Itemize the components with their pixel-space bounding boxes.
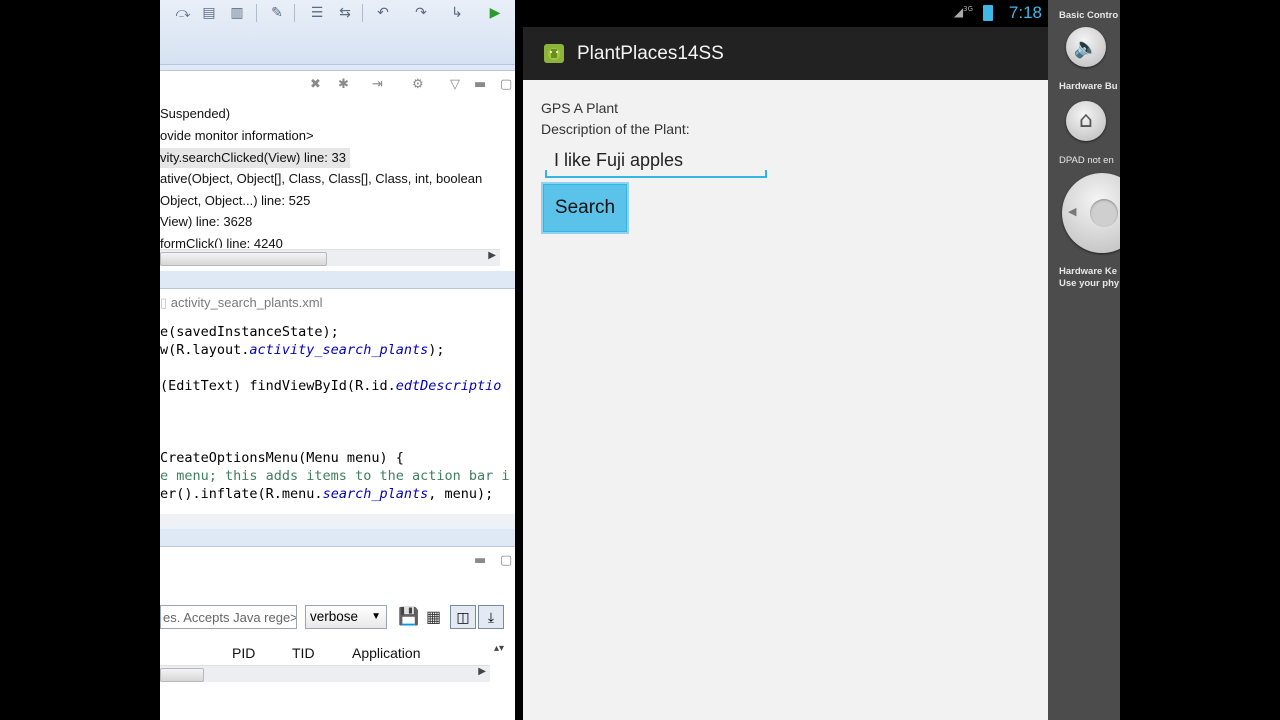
maximize-icon[interactable]: ▢	[500, 553, 512, 568]
logcat-view: ▬ ▢ es. Accepts Java rege> verbose ▼ 💾 ▦…	[160, 546, 515, 720]
editor-tab[interactable]: ▯ activity_search_plants.xml	[160, 295, 323, 311]
dpad-left-icon[interactable]: ◀	[1068, 205, 1076, 218]
use-physical-label: Use your phy	[1059, 278, 1120, 289]
drop-frame-icon[interactable]: ✎	[268, 4, 286, 22]
dpad-center[interactable]	[1090, 199, 1118, 227]
search-button[interactable]: Search	[543, 184, 627, 232]
step-return-icon[interactable]: ↶	[374, 4, 392, 22]
app-title: PlantPlaces14SS	[577, 43, 724, 64]
stack-frame[interactable]: View) line: 3628	[160, 212, 252, 232]
dpad-label: DPAD not en	[1059, 155, 1114, 166]
home-icon: ⌂	[1079, 108, 1093, 133]
speaker-icon: 🔈	[1073, 35, 1099, 59]
debug-view: ✖ ✱ ⇥ ⚙ ▽ ▬ ▢ Suspended) ovide monitor i…	[160, 70, 515, 271]
status-clock: 7:18	[1008, 3, 1042, 22]
code-line: CreateOptionsMenu(Menu menu) {	[160, 450, 404, 466]
resume-icon[interactable]: ▶	[486, 4, 504, 22]
android-app-icon	[544, 44, 564, 63]
stack-frame[interactable]: ovide monitor information>	[160, 126, 314, 146]
basic-controls-label: Basic Contro	[1059, 10, 1119, 21]
clear-log-icon[interactable]: ▦	[426, 607, 441, 627]
skip-breakpoints-icon[interactable]: ⤼	[174, 4, 192, 22]
minimize-icon[interactable]: ▬	[474, 77, 486, 92]
activity-content: GPS A Plant Description of the Plant: I …	[523, 80, 1048, 720]
scroll-right-arrow-icon[interactable]: ▶	[478, 666, 486, 677]
description-label: Description of the Plant:	[541, 121, 690, 137]
android-screen: ◢3G 7:18 PlantPlaces14SS GPS A Plant Des…	[523, 0, 1048, 720]
step-into-icon[interactable]: ⇆	[336, 4, 354, 22]
debug-hscrollbar[interactable]: ▶	[160, 249, 500, 266]
column-header-application[interactable]: Application	[352, 645, 421, 661]
home-button[interactable]: ⌂	[1066, 101, 1106, 141]
signal-icon: ◢3G	[953, 5, 973, 19]
run-to-line-icon[interactable]: ↳	[448, 4, 466, 22]
hardware-keyboard-label: Hardware Ke	[1059, 266, 1118, 277]
column-header-tid[interactable]: TID	[292, 645, 315, 661]
view-menu-icon[interactable]: ▽	[450, 77, 460, 92]
emulator-control-panel: Basic Contro 🔈 Hardware Bu ⌂ DPAD not en…	[1048, 0, 1142, 720]
log-level-select[interactable]: verbose ▼	[305, 605, 387, 629]
editor-hscrollbar[interactable]	[160, 514, 515, 529]
minimize-icon[interactable]: ▬	[474, 553, 486, 568]
description-field[interactable]: I like Fuji apples	[545, 146, 767, 178]
code-line: e(savedInstanceState);	[160, 324, 339, 340]
logcat-hscrollbar[interactable]: ▶	[160, 665, 490, 682]
stack-frame[interactable]: formClick() line: 4240	[160, 234, 283, 248]
save-icon[interactable]: 💾	[398, 607, 419, 627]
stack-frame-selected[interactable]: vity.searchClicked(View) line: 33	[160, 148, 350, 168]
xml-file-icon: ▯	[160, 295, 171, 310]
toggle-panel-icon[interactable]: ◫	[450, 605, 476, 629]
scroll-right-arrow-icon[interactable]: ▶	[488, 250, 496, 261]
disconnect-icon[interactable]: ▥	[228, 4, 246, 22]
stack-frame[interactable]: ative(Object, Object[], Class, Class[], …	[160, 169, 482, 189]
status-bar: ◢3G 7:18	[523, 0, 1048, 27]
action-bar: PlantPlaces14SS	[523, 27, 1048, 80]
step-over-icon[interactable]: ↷	[412, 4, 430, 22]
relaunch-icon[interactable]: ✱	[338, 77, 349, 92]
maximize-icon[interactable]: ▢	[500, 77, 512, 92]
scroll-lock-icon[interactable]: ⤓	[478, 605, 504, 629]
code-line: w(R.layout.activity_search_plants);	[160, 342, 445, 358]
logcat-filter-input[interactable]: es. Accepts Java rege>	[160, 605, 297, 629]
stack-frame[interactable]: Object, Object...) line: 525	[160, 191, 310, 211]
main-toolbar: ⤼ ▤ ▥ ✎ ☰ ⇆ ↶ ↷ ↳ ▶	[160, 0, 515, 65]
clipboard-icon[interactable]: ▤	[200, 4, 218, 22]
window-divider	[515, 0, 523, 720]
filter-icon[interactable]: ☰	[308, 4, 326, 22]
sort-arrows-icon[interactable]: ▴▾	[494, 643, 504, 654]
code-comment: e menu; this adds items to the action ba…	[160, 468, 510, 484]
scroll-thumb[interactable]	[160, 252, 327, 266]
code-line: (EditText) findViewById(R.id.edtDescript…	[160, 378, 502, 394]
code-line: er().inflate(R.menu.search_plants, menu)…	[160, 486, 494, 502]
scroll-thumb[interactable]	[160, 668, 204, 682]
eclipse-ide-window: ⤼ ▤ ▥ ✎ ☰ ⇆ ↶ ↷ ↳ ▶ ✖ ✱ ⇥ ⚙ ▽ ▬ ▢ Suspen…	[160, 0, 515, 720]
code-editor[interactable]: ▯ activity_search_plants.xml e(savedInst…	[160, 288, 515, 529]
volume-button[interactable]: 🔈	[1066, 27, 1106, 67]
stack-frame[interactable]: Suspended)	[160, 104, 230, 124]
hardware-buttons-label: Hardware Bu	[1059, 81, 1118, 92]
step-filter-icon[interactable]: ⇥	[372, 77, 383, 92]
remove-terminated-icon[interactable]: ✖	[310, 77, 321, 92]
description-field-value: I like Fuji apples	[554, 150, 684, 170]
column-header-pid[interactable]: PID	[232, 645, 255, 661]
background-area	[1120, 0, 1280, 720]
debug-config-icon[interactable]: ⚙	[412, 77, 424, 92]
battery-icon	[983, 5, 993, 21]
chevron-down-icon: ▼	[371, 611, 381, 622]
gps-label: GPS A Plant	[541, 100, 619, 116]
